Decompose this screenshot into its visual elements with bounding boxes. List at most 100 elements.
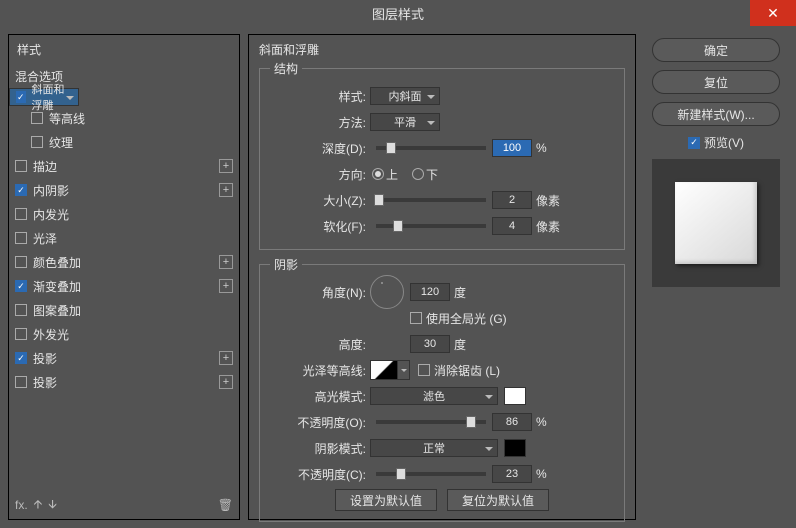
soften-unit: 像素	[536, 218, 560, 235]
style-item-10[interactable]: 外发光	[9, 322, 239, 346]
depth-slider[interactable]	[376, 146, 486, 150]
add-effect-icon[interactable]: +	[219, 183, 233, 197]
style-checkbox[interactable]	[15, 352, 27, 364]
direction-up-label: 上	[386, 166, 398, 183]
new-style-button[interactable]: 新建样式(W)...	[652, 102, 780, 126]
direction-up-radio[interactable]	[372, 168, 384, 180]
shadow-color-swatch[interactable]	[504, 439, 526, 457]
style-checkbox[interactable]	[15, 160, 27, 172]
style-checkbox[interactable]	[15, 280, 27, 292]
altitude-label: 高度:	[270, 336, 370, 353]
gloss-contour-label: 光泽等高线:	[270, 362, 370, 379]
style-checkbox[interactable]	[15, 256, 27, 268]
highlight-color-swatch[interactable]	[504, 387, 526, 405]
style-item-7[interactable]: 颜色叠加+	[9, 250, 239, 274]
style-checkbox[interactable]	[31, 112, 43, 124]
soften-label: 软化(F):	[270, 218, 370, 235]
make-default-button[interactable]: 设置为默认值	[335, 489, 437, 511]
style-item-6[interactable]: 光泽	[9, 226, 239, 250]
style-item-1[interactable]: 等高线	[9, 106, 239, 130]
highlight-opacity-slider[interactable]	[376, 420, 486, 424]
preview-label: 预览(V)	[704, 134, 744, 151]
style-checkbox[interactable]	[15, 232, 27, 244]
style-item-0[interactable]: 斜面和浮雕	[9, 88, 79, 106]
angle-unit: 度	[454, 284, 466, 301]
altitude-input[interactable]: 30	[410, 335, 450, 353]
highlight-opacity-input[interactable]: 86	[492, 413, 532, 431]
style-checkbox[interactable]	[15, 328, 27, 340]
reset-default-button[interactable]: 复位为默认值	[447, 489, 549, 511]
add-effect-icon[interactable]: +	[219, 279, 233, 293]
shadow-mode-label: 阴影模式:	[270, 440, 370, 457]
soften-input[interactable]: 4	[492, 217, 532, 235]
style-checkbox[interactable]	[15, 376, 27, 388]
highlight-opacity-unit: %	[536, 415, 547, 429]
global-light-checkbox[interactable]	[410, 312, 422, 324]
style-item-9[interactable]: 图案叠加	[9, 298, 239, 322]
style-item-3[interactable]: 描边+	[9, 154, 239, 178]
technique-select[interactable]: 平滑	[370, 113, 440, 131]
size-unit: 像素	[536, 192, 560, 209]
size-label: 大小(Z):	[270, 192, 370, 209]
style-item-12[interactable]: 投影 +	[9, 370, 239, 394]
style-checkbox[interactable]	[15, 304, 27, 316]
shadow-opacity-unit: %	[536, 467, 547, 481]
preview-toggle[interactable]: 预览(V)	[688, 134, 744, 151]
style-item-label: 内阴影	[33, 182, 69, 199]
fx-menu-icon[interactable]: fx.	[15, 498, 28, 512]
style-item-label: 纹理	[49, 134, 73, 151]
direction-down-radio[interactable]	[412, 168, 424, 180]
highlight-mode-select[interactable]: 滤色	[370, 387, 498, 405]
add-effect-icon[interactable]: +	[219, 255, 233, 269]
size-input[interactable]: 2	[492, 191, 532, 209]
antialias-checkbox[interactable]	[418, 364, 430, 376]
add-effect-icon[interactable]: +	[219, 375, 233, 389]
shadow-opacity-input[interactable]: 23	[492, 465, 532, 483]
angle-wheel[interactable]	[370, 275, 404, 309]
depth-label: 深度(D):	[270, 140, 370, 157]
direction-label: 方向:	[270, 166, 370, 183]
shadow-opacity-slider[interactable]	[376, 472, 486, 476]
styles-header[interactable]: 样式	[9, 35, 239, 64]
move-up-icon[interactable]: 🡩	[34, 495, 43, 516]
style-checkbox[interactable]	[31, 136, 43, 148]
soften-slider[interactable]	[376, 224, 486, 228]
style-item-label: 投影	[33, 374, 57, 391]
trash-icon[interactable]: 🗑	[218, 498, 233, 512]
gloss-contour-dropdown[interactable]	[398, 360, 410, 380]
angle-input[interactable]: 120	[410, 283, 450, 301]
altitude-unit: 度	[454, 336, 466, 353]
preview-swatch	[675, 182, 757, 264]
preview-checkbox-icon	[688, 137, 700, 149]
antialias-label: 消除锯齿 (L)	[434, 362, 500, 379]
style-item-label: 光泽	[33, 230, 57, 247]
style-item-label: 外发光	[33, 326, 69, 343]
style-item-11[interactable]: 投影+	[9, 346, 239, 370]
add-effect-icon[interactable]: +	[219, 351, 233, 365]
preview-box	[652, 159, 780, 287]
style-checkbox[interactable]	[15, 184, 27, 196]
cancel-button[interactable]: 复位	[652, 70, 780, 94]
style-item-2[interactable]: 纹理	[9, 130, 239, 154]
style-select[interactable]: 内斜面	[370, 87, 440, 105]
style-checkbox[interactable]	[15, 208, 27, 220]
style-item-5[interactable]: 内发光	[9, 202, 239, 226]
style-item-8[interactable]: 渐变叠加+	[9, 274, 239, 298]
size-slider[interactable]	[376, 198, 486, 202]
style-item-4[interactable]: 内阴影 +	[9, 178, 239, 202]
style-checkbox[interactable]	[16, 91, 26, 103]
shadow-mode-select[interactable]: 正常	[370, 439, 498, 457]
title-bar: 图层样式 ✕	[0, 0, 796, 26]
styles-panel: 样式 混合选项 斜面和浮雕等高线纹理描边+内阴影+内发光光泽颜色叠加+渐变叠加+…	[8, 34, 240, 520]
shadow-opacity-label: 不透明度(C):	[270, 466, 370, 483]
settings-panel: 斜面和浮雕 结构 样式: 内斜面 方法: 平滑 深度(D): 100 % 方向:…	[248, 34, 636, 520]
add-effect-icon[interactable]: +	[219, 159, 233, 173]
window-title: 图层样式	[372, 4, 424, 23]
gloss-contour-swatch[interactable]	[370, 360, 398, 380]
ok-button[interactable]: 确定	[652, 38, 780, 62]
depth-input[interactable]: 100	[492, 139, 532, 157]
move-down-icon[interactable]: 🡫	[48, 495, 57, 516]
close-button[interactable]: ✕	[750, 0, 796, 26]
style-item-label: 图案叠加	[33, 302, 81, 319]
close-icon: ✕	[767, 5, 779, 22]
